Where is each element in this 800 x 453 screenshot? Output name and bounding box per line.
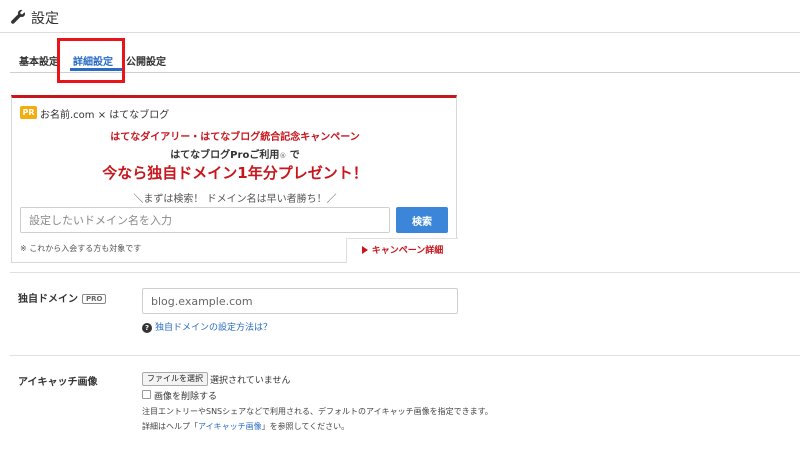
pr-badge: PR [20, 106, 37, 119]
campaign-banner: PR お名前.com × はてなブログ はてなダイアリー・はてなブログ統合記念キ… [11, 95, 458, 263]
question-circle-icon: ? [142, 323, 152, 333]
subline-text: はてなブログProご利用 [170, 150, 280, 161]
file-status-text: 選択されていません [210, 376, 291, 386]
campaign-subline: はてなブログProご利用® で [12, 146, 458, 161]
subline-tail: で [286, 150, 300, 161]
campaign-title: はてなダイアリー・はてなブログ統合記念キャンペーン [110, 132, 360, 143]
page-title: 設定 [31, 11, 59, 27]
custom-domain-input[interactable] [142, 288, 458, 314]
custom-domain-label: 独自ドメイン PRO [18, 290, 107, 305]
campaign-fine-print: ※ これから入会する方も対象です [20, 244, 142, 253]
campaign-detail-label: キャンペーン詳細 [371, 246, 444, 256]
tab-publish-settings[interactable]: 公開設定 [126, 53, 166, 68]
pro-badge: PRO [82, 294, 107, 304]
campaign-headline: 今なら独自ドメイン1年分プレゼント！ [102, 164, 368, 182]
section-divider [10, 272, 800, 273]
domain-search-button[interactable]: 検索 [396, 207, 448, 233]
campaign-detail-button[interactable]: キャンペーン詳細 [346, 238, 458, 263]
eyecatch-label: アイキャッチ画像 [18, 377, 98, 388]
eyecatch-description: 注目エントリーやSNSシェアなどで利用される、デフォルトのアイキャッチ画像を指定… [142, 407, 493, 416]
eyecatch-help-link[interactable]: アイキャッチ画像 [198, 422, 262, 431]
section-divider [10, 355, 800, 356]
banner-partner-label: お名前.com × はてなブログ [40, 110, 170, 121]
wrench-icon [11, 9, 25, 24]
file-select-button[interactable]: ファイルを選択 [142, 372, 208, 386]
help-note-suffix: 」を参照してください。 [261, 422, 350, 431]
highlight-annotation-box [57, 38, 125, 83]
custom-domain-label-text: 独自ドメイン [18, 294, 78, 305]
delete-image-checkbox[interactable] [142, 390, 151, 399]
page-header: 設定 [0, 0, 800, 33]
domain-search-input[interactable] [20, 207, 390, 233]
tab-basic-settings[interactable]: 基本設定 [19, 53, 59, 68]
delete-image-label[interactable]: 画像を削除する [154, 389, 217, 402]
help-note-prefix: 詳細はヘルプ「 [142, 422, 198, 431]
eyecatch-help-note: 詳細はヘルプ「アイキャッチ画像」を参照してください。 [142, 421, 349, 432]
play-triangle-icon [361, 246, 368, 254]
campaign-note: ＼まずは検索！ ドメイン名は早い者勝ち！／ [133, 194, 337, 205]
settings-tabs: 基本設定 詳細設定 公開設定 [10, 33, 800, 73]
custom-domain-help-link[interactable]: ? 独自ドメインの設定方法は？ [142, 320, 272, 333]
custom-domain-help-text: 独自ドメインの設定方法は？ [155, 323, 273, 333]
